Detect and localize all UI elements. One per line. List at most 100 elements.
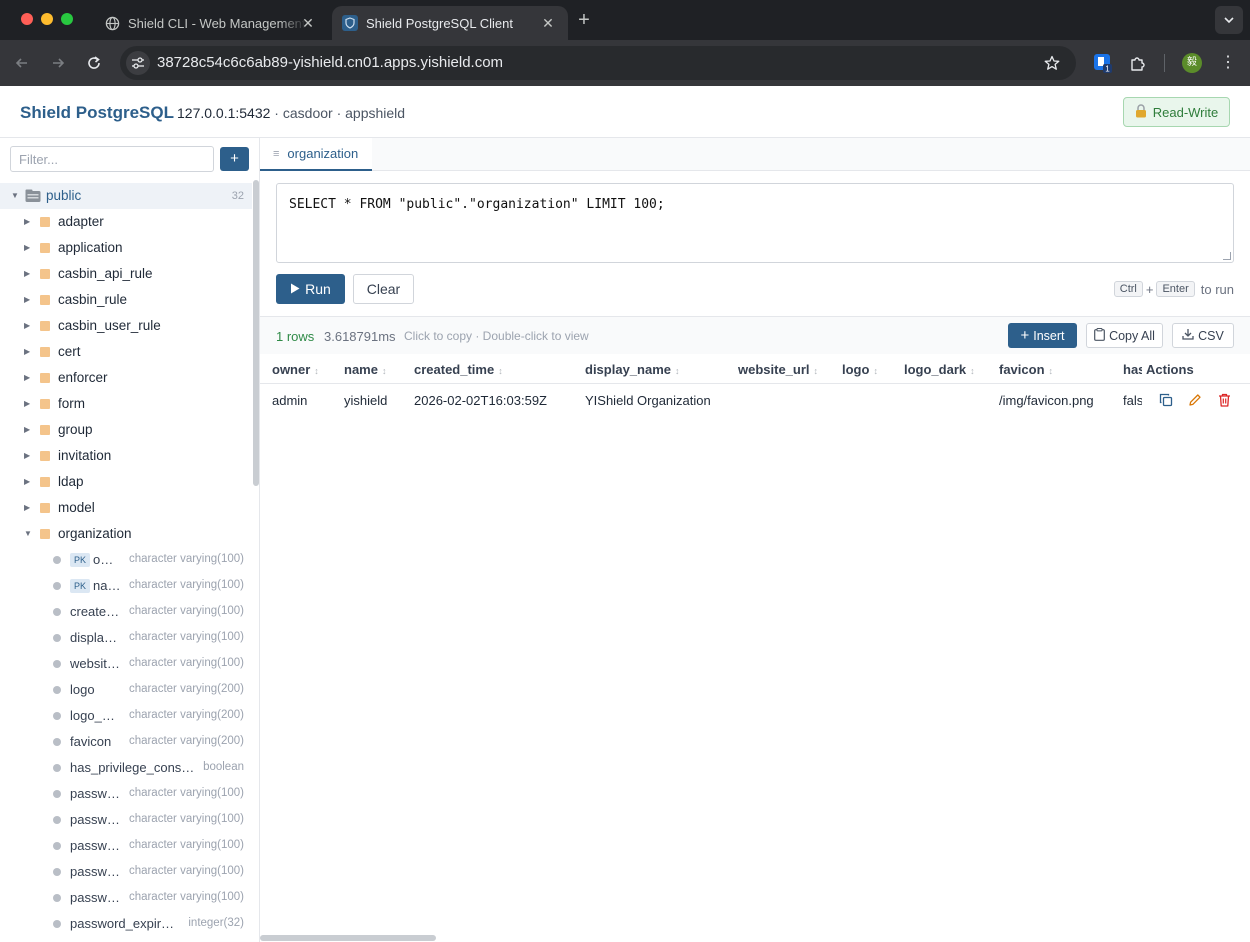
add-connection-button[interactable]: + [220,147,249,171]
puzzle-icon[interactable] [1128,53,1148,73]
column-item[interactable]: password_expire_days integer(32) [0,911,252,937]
column-header-display-name[interactable]: display_name ↕ [585,362,680,377]
tab-organization[interactable]: ≡ organization [260,138,372,171]
sidebar-scrollbar[interactable] [253,180,259,486]
column-header-has[interactable]: has [1123,362,1142,377]
column-header-name[interactable]: name ↕ [344,362,386,377]
sort-icon[interactable]: ↕ [498,366,503,376]
forward-icon[interactable] [47,52,69,74]
avatar[interactable]: 毅 [1182,53,1202,73]
caret-down-icon[interactable]: ▼ [11,191,19,201]
address-bar[interactable]: 38728c54c6c6ab89-yishield.cn01.apps.yish… [120,46,1076,80]
sidebar-item-enforcer[interactable]: ▶ enforcer [0,365,252,391]
sort-icon[interactable]: ↕ [814,366,819,376]
column-item[interactable]: password_salt character varying(100) [0,807,252,833]
column-item[interactable]: display_name character varying(100) [0,625,252,651]
delete-icon[interactable] [1216,392,1232,408]
sidebar-item-group[interactable]: ▶ group [0,417,252,443]
close-tab-icon[interactable]: ✕ [300,15,316,31]
back-icon[interactable] [11,52,33,74]
column-item[interactable]: password_type character varying(100) [0,781,252,807]
column-item[interactable]: PKowner character varying(100) [0,547,252,573]
star-icon[interactable] [1042,53,1062,73]
caret-right-icon[interactable]: ▶ [24,217,32,227]
close-tab-icon[interactable]: ✕ [540,15,556,31]
sidebar-item-casbin_user_rule[interactable]: ▶ casbin_user_rule [0,313,252,339]
filter-input[interactable] [10,146,214,172]
caret-right-icon[interactable]: ▶ [24,347,32,357]
caret-right-icon[interactable]: ▶ [24,399,32,409]
table-cell[interactable]: /img/favicon.png [999,393,1094,408]
edit-icon[interactable] [1187,392,1203,408]
sort-icon[interactable]: ↕ [873,366,878,376]
sidebar-item-model[interactable]: ▶ model [0,495,252,521]
column-item[interactable]: PKname character varying(100) [0,573,252,599]
sidebar-item-form[interactable]: ▶ form [0,391,252,417]
column-header-created-time[interactable]: created_time ↕ [414,362,503,377]
table-cell[interactable]: yishield [344,393,387,408]
table-cell[interactable]: admin [272,393,307,408]
column-item[interactable]: logo_dark character varying(200) [0,703,252,729]
column-item[interactable]: favicon character varying(200) [0,729,252,755]
run-button[interactable]: Run [276,274,345,304]
table-cell[interactable]: 2026-02-02T16:03:59Z [414,393,547,408]
tab-search-button[interactable] [1215,6,1243,34]
column-header-website-url[interactable]: website_url ↕ [738,362,818,377]
column-item[interactable]: logo character varying(200) [0,677,252,703]
clear-button[interactable]: Clear [353,274,414,304]
site-settings-icon[interactable] [126,51,150,75]
sort-icon[interactable]: ↕ [382,366,387,376]
column-header-favicon[interactable]: favicon ↕ [999,362,1053,377]
sidebar-item-ldap[interactable]: ▶ ldap [0,469,252,495]
caret-right-icon[interactable]: ▶ [24,373,32,383]
sql-editor[interactable]: SELECT * FROM "public"."organization" LI… [276,183,1234,263]
sort-icon[interactable]: ↕ [970,366,975,376]
caret-right-icon[interactable]: ▶ [24,451,32,461]
window-minimize-button[interactable] [41,13,53,25]
caret-right-icon[interactable]: ▶ [24,425,32,435]
sidebar-item-organization[interactable]: ▼ organization [0,521,252,547]
insert-button[interactable]: + Insert [1008,323,1077,348]
sort-icon[interactable]: ↕ [1049,366,1054,376]
extension-icon[interactable]: 1 [1093,53,1113,73]
table-cell[interactable]: false [1123,393,1142,408]
read-write-badge[interactable]: Read-Write [1123,97,1230,127]
sort-icon[interactable]: ↕ [675,366,680,376]
csv-export-button[interactable]: CSV [1172,323,1234,348]
schema-item-public[interactable]: ▼ public 32 [0,183,252,209]
sidebar-item-application[interactable]: ▶ application [0,235,252,261]
sidebar-item-cert[interactable]: ▶ cert [0,339,252,365]
sidebar-item-casbin_api_rule[interactable]: ▶ casbin_api_rule [0,261,252,287]
column-item[interactable]: password_options character varying(100) [0,833,252,859]
column-header-logo[interactable]: logo ↕ [842,362,878,377]
sidebar-item-casbin_rule[interactable]: ▶ casbin_rule [0,287,252,313]
column-item[interactable]: password_obfuscator_type character varyin… [0,859,252,885]
window-zoom-button[interactable] [61,13,73,25]
column-item[interactable]: created_time character varying(100) [0,599,252,625]
caret-right-icon[interactable]: ▶ [24,243,32,253]
sidebar-item-invitation[interactable]: ▶ invitation [0,443,252,469]
column-header-logo-dark[interactable]: logo_dark ↕ [904,362,975,377]
table-row[interactable]: admin yishield 2026-02-02T16:03:59Z YIShiel… [260,384,1250,416]
window-close-button[interactable] [21,13,33,25]
caret-right-icon[interactable]: ▶ [24,269,32,279]
copy-icon[interactable] [1158,392,1174,408]
resize-handle[interactable] [1223,252,1231,260]
column-item[interactable]: password_obfuscator_key character varying… [0,885,252,911]
results-horizontal-scrollbar[interactable] [260,935,436,941]
column-item[interactable]: has_privilege_consent boolean [0,755,252,781]
new-tab-icon[interactable]: + [574,10,594,30]
column-item[interactable]: website_url character varying(100) [0,651,252,677]
reload-icon[interactable] [83,52,105,74]
caret-right-icon[interactable]: ▶ [24,477,32,487]
column-header-owner[interactable]: owner ↕ [272,362,319,377]
sidebar-item-adapter[interactable]: ▶ adapter [0,209,252,235]
copy-all-button[interactable]: Copy All [1086,323,1163,348]
caret-right-icon[interactable]: ▶ [24,321,32,331]
browser-tab-web-management[interactable]: Shield CLI - Web Management ✕ [92,6,328,40]
sort-icon[interactable]: ↕ [314,366,319,376]
caret-right-icon[interactable]: ▶ [24,295,32,305]
caret-right-icon[interactable]: ▶ [24,503,32,513]
browser-tab-postgresql-client[interactable]: Shield PostgreSQL Client ✕ [332,6,568,40]
table-cell[interactable]: YIShield Organization [585,393,711,408]
